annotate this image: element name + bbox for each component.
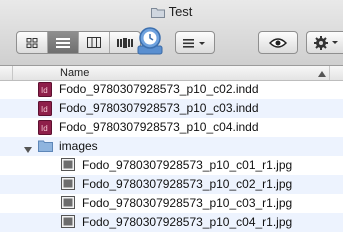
- svg-text:Id: Id: [41, 86, 48, 95]
- svg-text:Id: Id: [41, 124, 48, 133]
- indesign-icon: Id: [38, 82, 52, 100]
- column-header: Name: [0, 66, 343, 81]
- name-column-header[interactable]: Name: [12, 66, 330, 80]
- action-button[interactable]: [306, 31, 343, 54]
- coverflow-view-button[interactable]: [110, 32, 140, 53]
- name-column-label: Name: [60, 67, 90, 79]
- svg-text:Id: Id: [41, 105, 48, 114]
- time-machine-icon: [137, 27, 163, 55]
- arrange-menu-icon: [183, 38, 205, 48]
- jpg-icon: [61, 215, 75, 231]
- jpg-icon: [61, 177, 75, 193]
- list-view-button[interactable]: [48, 32, 79, 53]
- file-row[interactable]: Fodo_9780307928573_p10_c04_r1.jpg: [0, 213, 343, 232]
- folder-row[interactable]: images: [0, 137, 343, 156]
- folder-name: images: [59, 139, 98, 153]
- file-name: Fodo_9780307928573_p10_c03.indd: [59, 101, 259, 115]
- icon-view-button[interactable]: [17, 32, 48, 53]
- file-list: Id Fodo_9780307928573_p10_c02.indd Id Fo…: [0, 80, 343, 232]
- time-machine-button[interactable]: [137, 26, 163, 61]
- file-row[interactable]: Fodo_9780307928573_p10_c01_r1.jpg: [0, 156, 343, 175]
- grid-icon: [26, 37, 38, 48]
- quick-look-button[interactable]: [258, 31, 298, 54]
- jpg-icon: [61, 196, 75, 212]
- file-name: Fodo_9780307928573_p10_c01_r1.jpg: [82, 158, 293, 172]
- file-row[interactable]: Id Fodo_9780307928573_p10_c03.indd: [0, 99, 343, 118]
- coverflow-icon: [117, 37, 133, 48]
- disclosure-triangle-icon[interactable]: [24, 143, 32, 157]
- window-title-text: Test: [168, 4, 193, 19]
- folder-icon: [38, 139, 53, 155]
- file-row[interactable]: Id Fodo_9780307928573_p10_c02.indd: [0, 80, 343, 99]
- file-name: Fodo_9780307928573_p10_c04_r1.jpg: [82, 215, 293, 229]
- column-view-button[interactable]: [79, 32, 110, 53]
- file-name: Fodo_9780307928573_p10_c04.indd: [59, 120, 259, 134]
- file-name: Fodo_9780307928573_p10_c02.indd: [59, 82, 259, 96]
- file-row[interactable]: Id Fodo_9780307928573_p10_c04.indd: [0, 118, 343, 137]
- gear-icon: [314, 35, 338, 50]
- list-icon: [56, 37, 70, 48]
- view-segmented-control: [16, 31, 141, 54]
- eye-icon: [269, 37, 287, 48]
- file-name: Fodo_9780307928573_p10_c03_r1.jpg: [82, 196, 293, 210]
- columns-icon: [87, 37, 101, 48]
- finder-window: Test Name Id Fodo_9780307928573_p10_c02.…: [0, 0, 343, 248]
- file-row[interactable]: Fodo_9780307928573_p10_c03_r1.jpg: [0, 194, 343, 213]
- indesign-icon: Id: [38, 120, 52, 138]
- indesign-icon: Id: [38, 101, 52, 119]
- file-row[interactable]: Fodo_9780307928573_p10_c02_r1.jpg: [0, 175, 343, 194]
- toolbar: Test: [0, 0, 343, 66]
- jpg-icon: [61, 158, 75, 174]
- folder-icon: [150, 6, 165, 21]
- file-name: Fodo_9780307928573_p10_c02_r1.jpg: [82, 177, 293, 191]
- window-title: Test: [0, 4, 343, 21]
- arrange-button[interactable]: [175, 31, 215, 54]
